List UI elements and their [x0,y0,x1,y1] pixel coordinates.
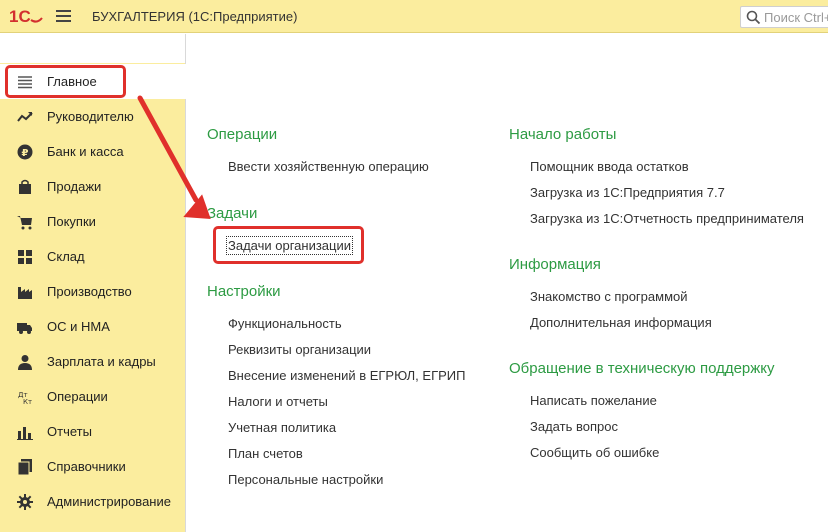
command-link[interactable]: Учетная политика [228,420,336,435]
gear-icon [17,494,33,510]
section-title: Задачи [207,205,258,222]
sidebar-item-label: Главное [47,74,97,89]
search-input[interactable] [764,9,828,25]
sidebar-item-label: Отчеты [47,424,92,439]
sidebar-item-label: Склад [47,249,85,264]
sidebar-item[interactable]: ОС и НМА [0,309,186,344]
command-link[interactable]: Загрузка из 1С:Отчетность предпринимател… [530,211,804,226]
factory-icon [17,284,33,300]
search-icon [746,10,761,25]
sidebar-item-label: Справочники [47,459,126,474]
command-link[interactable]: Ввести хозяйственную операцию [228,159,429,174]
command-link[interactable]: Налоги и отчеты [228,394,328,409]
command-link[interactable]: Сообщить об ошибке [530,445,659,460]
1c-logo-icon: 1С [9,7,43,26]
ruble-coin-icon: ₽ [17,144,33,160]
command-link[interactable]: Задать вопрос [530,419,618,434]
section-title: Операции [207,126,278,143]
sidebar-item[interactable]: Продажи [0,169,186,204]
sidebar-item-label: Зарплата и кадры [47,354,156,369]
command-link[interactable]: Функциональность [228,316,342,331]
sidebar-item-label: Руководителю [47,109,134,124]
command-link[interactable]: Реквизиты организации [228,342,371,357]
svg-text:₽: ₽ [22,148,29,159]
books-icon [17,459,33,476]
warehouse-grid-icon [17,249,33,265]
main-menu-icon[interactable] [56,10,71,22]
command-link[interactable]: Помощник ввода остатков [530,159,689,174]
section-title: Информация [509,256,601,273]
truck-icon [17,319,33,335]
command-link[interactable]: Дополнительная информация [530,315,712,330]
sidebar-item[interactable]: Покупки [0,204,186,239]
command-link[interactable]: Написать пожелание [530,393,657,408]
search-box[interactable] [740,6,828,28]
sidebar-item[interactable]: Зарплата и кадры [0,344,186,379]
sidebar-item-label: Администрирование [47,494,171,509]
command-link[interactable]: Внесение изменений в ЕГРЮЛ, ЕГРИП [228,368,465,383]
command-link[interactable]: Персональные настройки [228,472,383,487]
person-icon [17,354,33,370]
app-title: БУХГАЛТЕРИЯ (1С:Предприятие) [92,9,298,24]
command-link[interactable]: Загрузка из 1С:Предприятия 7.7 [530,185,725,200]
trend-up-icon [17,109,33,125]
svg-text:Кт: Кт [23,398,32,405]
command-link[interactable]: Знакомство с программой [530,289,688,304]
main-content: Операции Ввести хозяйственную операцию Зад… [186,34,828,532]
sidebar-item[interactable]: Производство [0,274,186,309]
debit-credit-icon: Дт Кт [17,389,33,406]
svg-text:1С: 1С [9,7,31,26]
shopping-bag-icon [17,179,33,195]
sidebar-item-label: Банк и касса [47,144,124,159]
command-link[interactable]: Задачи организации [225,236,354,255]
sidebar-item[interactable]: Администрирование [0,484,186,519]
sidebar-item-label: Покупки [47,214,96,229]
section-title: Настройки [207,283,281,300]
sidebar-item[interactable]: Справочники [0,449,186,484]
section-title: Обращение в техническую поддержку [509,360,775,377]
sidebar-top-spacer [0,34,186,63]
sidebar-item[interactable]: ₽ Банк и касса [0,134,186,169]
shopping-cart-icon [17,214,33,230]
command-link[interactable]: План счетов [228,446,303,461]
sidebar-item-label: ОС и НМА [47,319,110,334]
menu-lines-icon [17,74,33,90]
sidebar-item[interactable]: Отчеты [0,414,186,449]
title-bar: 1С БУХГАЛТЕРИЯ (1С:Предприятие) [0,0,828,33]
sidebar-item[interactable]: Дт Кт Операции [0,379,186,414]
bar-chart-icon [17,424,33,440]
sidebar-item-label: Продажи [47,179,102,194]
sidebar-item-label: Производство [47,284,132,299]
sidebar-item-label: Операции [47,389,108,404]
sidebar-item[interactable]: Склад [0,239,186,274]
sidebar-item[interactable]: Руководителю [0,99,186,134]
section-title: Начало работы [509,126,617,143]
sidebar-item[interactable]: Главное [0,64,186,99]
